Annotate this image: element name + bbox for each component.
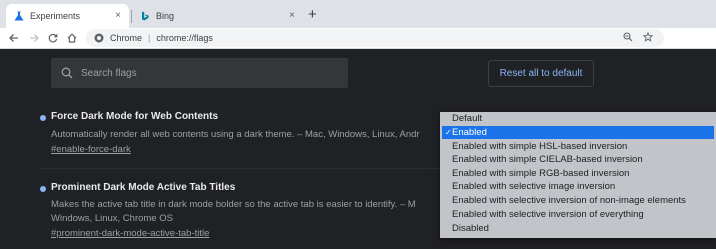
flag-description: Makes the active tab title in dark mode … [51, 199, 416, 210]
tab-bing[interactable]: Bing × [133, 4, 303, 28]
flag-description: Automatically render all web contents us… [51, 129, 420, 140]
dropdown-option-rgb[interactable]: Enabled with simple RGB-based inversion [440, 167, 716, 180]
flag-force-dark: Force Dark Mode for Web Contents Automat… [40, 111, 480, 161]
forward-arrow-icon [30, 34, 39, 42]
new-tab-button[interactable]: + [308, 7, 317, 23]
reset-all-button[interactable]: Reset all to default [488, 60, 594, 87]
dropdown-option-disabled[interactable]: Disabled [440, 222, 716, 235]
search-input[interactable] [79, 66, 333, 80]
chrome-icon [94, 33, 104, 43]
dropdown-option-hsl[interactable]: Enabled with simple HSL-based inversion [440, 140, 716, 153]
flag-description: Windows, Linux, Chrome OS [51, 213, 173, 224]
checkmark-icon: ✓ [445, 128, 452, 137]
search-icon [61, 67, 73, 79]
address-bar[interactable]: Chrome | chrome://flags [86, 29, 664, 47]
tab-divider [131, 10, 132, 23]
tab-strip: Experiments × Bing × + [0, 0, 716, 28]
url-text[interactable]: chrome://flags [156, 33, 213, 43]
close-icon[interactable]: × [289, 10, 295, 22]
flag-title: Prominent Dark Mode Active Tab Titles [51, 182, 236, 193]
dropdown-option-enabled[interactable]: ✓ Enabled [442, 126, 714, 139]
dropdown-option-non-image[interactable]: Enabled with selective inversion of non-… [440, 194, 716, 207]
flag-state-dropdown-list[interactable]: Default ✓ Enabled Enabled with simple HS… [440, 112, 716, 238]
home-button[interactable] [64, 30, 80, 46]
forward-button[interactable] [26, 30, 42, 46]
reload-icon [48, 33, 58, 43]
back-arrow-icon [9, 34, 18, 42]
bing-icon [140, 11, 150, 21]
toolbar: Chrome | chrome://flags [0, 28, 716, 49]
back-button[interactable] [6, 30, 22, 46]
tab-title: Experiments [30, 11, 81, 21]
zoom-icon [623, 32, 633, 42]
option-label: Enabled [452, 127, 487, 138]
url-separator: | [148, 33, 151, 43]
flag-title: Force Dark Mode for Web Contents [51, 111, 219, 122]
reload-button[interactable] [45, 30, 61, 46]
dropdown-option-cielab[interactable]: Enabled with simple CIELAB-based inversi… [440, 153, 716, 166]
star-icon [643, 32, 653, 42]
site-name: Chrome [110, 33, 143, 43]
zoom-button[interactable] [620, 29, 636, 45]
home-icon [67, 33, 77, 43]
flag-prominent-dark-tab-titles: Prominent Dark Mode Active Tab Titles Ma… [40, 182, 480, 242]
dropdown-option-default[interactable]: Default [440, 112, 716, 125]
modified-indicator [40, 115, 46, 121]
flask-icon [14, 11, 24, 21]
tab-experiments[interactable]: Experiments × [6, 4, 129, 28]
tab-title: Bing [156, 11, 175, 21]
dropdown-option-image-inversion[interactable]: Enabled with selective image inversion [440, 180, 716, 193]
flag-link[interactable]: #enable-force-dark [51, 144, 131, 155]
flag-link[interactable]: #prominent-dark-mode-active-tab-title [51, 228, 209, 239]
dropdown-option-everything[interactable]: Enabled with selective inversion of ever… [440, 208, 716, 221]
close-icon[interactable]: × [115, 10, 121, 22]
modified-indicator [40, 186, 46, 192]
search-flags-box[interactable] [51, 58, 348, 88]
bookmark-button[interactable] [640, 29, 656, 45]
